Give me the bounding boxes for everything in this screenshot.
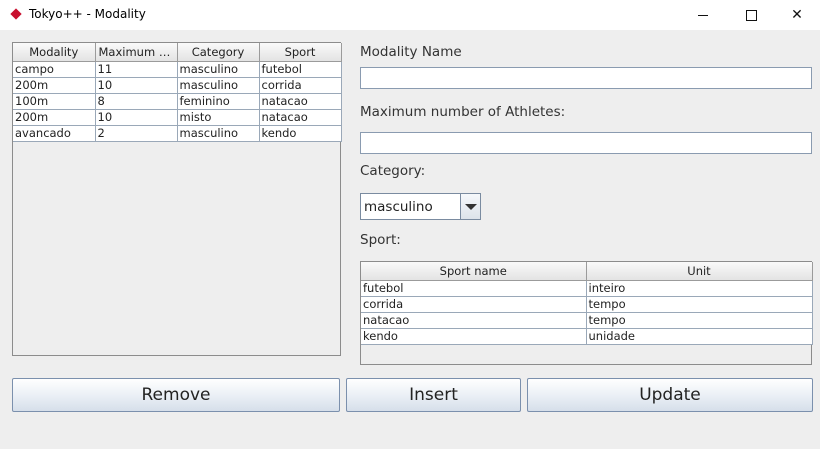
- modalities-table-header: Modality Maximum at... Category Sport: [13, 43, 342, 62]
- cell-category[interactable]: masculino: [177, 125, 260, 142]
- cell-sport-name[interactable]: futebol: [361, 280, 587, 297]
- cell-maximum-athletes[interactable]: 10: [95, 109, 178, 126]
- cell-sport-name[interactable]: corrida: [361, 296, 587, 313]
- cell-sport[interactable]: corrida: [259, 77, 342, 94]
- max-athletes-input[interactable]: [360, 132, 812, 154]
- cell-maximum-athletes[interactable]: 2: [95, 125, 178, 142]
- close-button[interactable]: ✕: [774, 0, 820, 30]
- insert-button[interactable]: Insert: [346, 378, 521, 412]
- app-icon: [10, 8, 22, 20]
- modalities-table-panel[interactable]: Modality Maximum at... Category Sport ca…: [12, 42, 342, 356]
- cell-unit[interactable]: unidade: [586, 328, 813, 345]
- category-label: Category:: [360, 163, 426, 179]
- column-header-unit[interactable]: Unit: [586, 262, 813, 281]
- table-row[interactable]: kendo unidade: [361, 328, 813, 345]
- table-row[interactable]: natacao tempo: [361, 312, 813, 329]
- column-header-sport[interactable]: Sport: [259, 43, 342, 62]
- table-row[interactable]: 100m 8 feminino natacao: [13, 93, 342, 110]
- cell-modality[interactable]: campo: [13, 61, 96, 78]
- cell-sport[interactable]: kendo: [259, 125, 342, 142]
- cell-sport-name[interactable]: natacao: [361, 312, 587, 329]
- cell-modality[interactable]: 200m: [13, 77, 96, 94]
- cell-category[interactable]: misto: [177, 109, 260, 126]
- column-header-sport-name[interactable]: Sport name: [361, 262, 587, 281]
- table-row[interactable]: campo 11 masculino futebol: [13, 61, 342, 78]
- cell-sport[interactable]: natacao: [259, 93, 342, 110]
- title-bar: Tokyo++ - Modality ✕: [0, 0, 820, 30]
- cell-category[interactable]: masculino: [177, 61, 260, 78]
- category-select[interactable]: masculino: [360, 193, 481, 220]
- sport-table-panel[interactable]: Sport name Unit futebol inteiro corrida …: [360, 261, 813, 365]
- modalities-table[interactable]: Modality Maximum at... Category Sport ca…: [13, 43, 342, 142]
- table-row[interactable]: 200m 10 masculino corrida: [13, 77, 342, 94]
- cell-maximum-athletes[interactable]: 11: [95, 61, 178, 78]
- column-header-maximum-athletes[interactable]: Maximum at...: [95, 43, 178, 62]
- table-row[interactable]: avancado 2 masculino kendo: [13, 125, 342, 142]
- cell-sport-name[interactable]: kendo: [361, 328, 587, 345]
- dropdown-arrow-button[interactable]: [460, 194, 480, 219]
- maximize-button[interactable]: [728, 0, 774, 30]
- remove-button[interactable]: Remove: [12, 378, 340, 412]
- category-selected-value: masculino: [364, 199, 433, 215]
- modality-name-input[interactable]: [360, 67, 812, 89]
- cell-unit[interactable]: tempo: [586, 296, 813, 313]
- cell-maximum-athletes[interactable]: 10: [95, 77, 178, 94]
- modality-name-label: Modality Name: [360, 44, 462, 60]
- cell-sport[interactable]: natacao: [259, 109, 342, 126]
- sport-table-header: Sport name Unit: [361, 262, 813, 281]
- cell-maximum-athletes[interactable]: 8: [95, 93, 178, 110]
- cell-unit[interactable]: tempo: [586, 312, 813, 329]
- column-header-category[interactable]: Category: [177, 43, 260, 62]
- cell-modality[interactable]: 200m: [13, 109, 96, 126]
- cell-modality[interactable]: avancado: [13, 125, 96, 142]
- table-row[interactable]: futebol inteiro: [361, 280, 813, 297]
- chevron-down-icon: [464, 203, 477, 210]
- table-row[interactable]: corrida tempo: [361, 296, 813, 313]
- max-athletes-label: Maximum number of Athletes:: [360, 104, 566, 120]
- cell-modality[interactable]: 100m: [13, 93, 96, 110]
- update-button[interactable]: Update: [527, 378, 813, 412]
- cell-sport[interactable]: futebol: [259, 61, 342, 78]
- cell-unit[interactable]: inteiro: [586, 280, 813, 297]
- maximize-icon: [745, 9, 757, 21]
- minimize-button[interactable]: [680, 0, 726, 30]
- table-row[interactable]: 200m 10 misto natacao: [13, 109, 342, 126]
- close-icon: ✕: [791, 7, 803, 23]
- column-header-modality[interactable]: Modality: [13, 43, 96, 62]
- cell-category[interactable]: masculino: [177, 77, 260, 94]
- sport-label: Sport:: [360, 232, 401, 248]
- sport-table[interactable]: Sport name Unit futebol inteiro corrida …: [361, 262, 813, 345]
- cell-category[interactable]: feminino: [177, 93, 260, 110]
- minimize-icon: [698, 14, 708, 16]
- window-title: Tokyo++ - Modality: [29, 7, 146, 21]
